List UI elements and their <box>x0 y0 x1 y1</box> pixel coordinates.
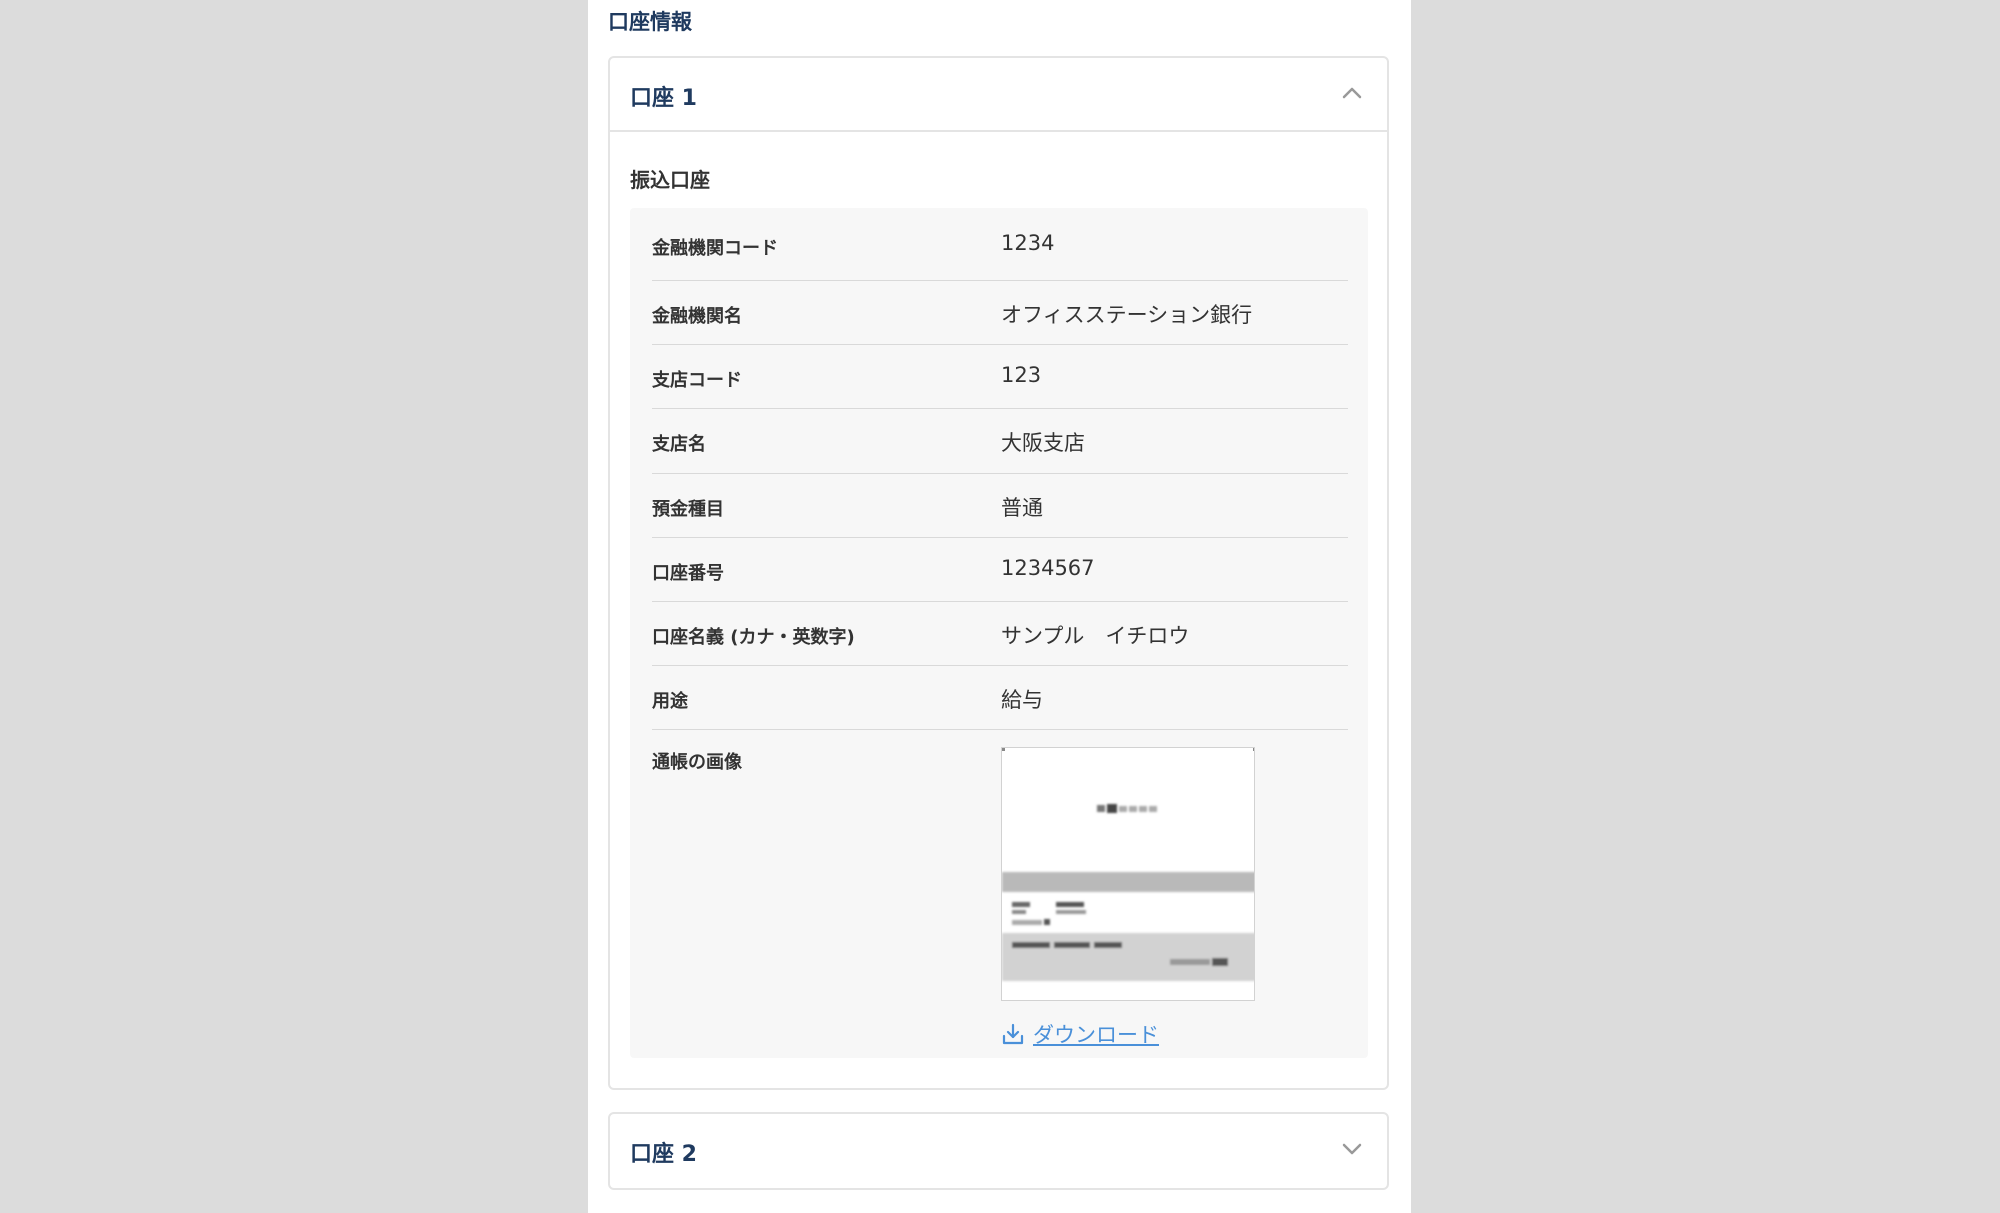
field-value: 123 <box>1001 363 1042 387</box>
account-1-title: 口座 1 <box>630 86 697 111</box>
account-2-header[interactable]: 口座 2 <box>610 1114 1387 1188</box>
field-value: 給与 <box>1001 688 1043 712</box>
account-card-1: 口座 1 振込口座 金融機関コード 1234 金融機関名 オフィスステーション銀… <box>608 56 1389 1090</box>
field-value: サンプル イチロウ <box>1001 624 1190 648</box>
field-value: 普通 <box>1001 496 1043 520</box>
field-row-account-number: 口座番号 1234567 <box>652 537 1348 602</box>
field-row-bank-name: 金融機関名 オフィスステーション銀行 <box>652 280 1348 345</box>
field-label: 用途 <box>652 691 688 712</box>
field-label: 口座番号 <box>652 563 724 584</box>
field-label: 金融機関名 <box>652 306 742 327</box>
field-value: 1234567 <box>1001 556 1095 580</box>
field-value: オフィスステーション銀行 <box>1001 303 1253 327</box>
field-label: 預金種目 <box>652 499 724 520</box>
field-label: 口座名義 (カナ・英数字) <box>652 627 855 648</box>
field-row-branch-code: 支店コード 123 <box>652 344 1348 409</box>
field-row-deposit-type: 預金種目 普通 <box>652 473 1348 538</box>
field-row-purpose: 用途 給与 <box>652 665 1348 730</box>
download-icon <box>1001 1022 1033 1046</box>
field-row-branch-name: 支店名 大阪支店 <box>652 408 1348 474</box>
field-label: 支店名 <box>652 434 706 455</box>
chevron-down-icon[interactable] <box>1339 1136 1365 1162</box>
passbook-label: 通帳の画像 <box>652 752 742 773</box>
passbook-thumbnail-graphic <box>1002 748 1254 981</box>
account-2-title: 口座 2 <box>630 1142 697 1167</box>
transfer-account-heading: 振込口座 <box>630 168 710 192</box>
field-label: 金融機関コード <box>652 238 778 259</box>
account-card-2: 口座 2 <box>608 1112 1389 1190</box>
chevron-up-icon[interactable] <box>1339 80 1365 106</box>
field-value: 大阪支店 <box>1001 431 1085 455</box>
account-details-panel: 金融機関コード 1234 金融機関名 オフィスステーション銀行 支店コード 12… <box>630 208 1368 1058</box>
account-info-page: 口座情報 口座 1 振込口座 金融機関コード 1234 金融機関名 オフィスステ… <box>588 0 1411 1213</box>
section-title: 口座情報 <box>608 10 692 34</box>
field-row-account-holder: 口座名義 (カナ・英数字) サンプル イチロウ <box>652 601 1348 666</box>
field-label: 支店コード <box>652 370 742 391</box>
field-value: 1234 <box>1001 231 1055 255</box>
passbook-image[interactable] <box>1001 747 1255 1001</box>
download-label[interactable]: ダウンロード <box>1033 1019 1159 1049</box>
field-row-bank-code: 金融機関コード 1234 <box>652 208 1348 281</box>
account-1-header[interactable]: 口座 1 <box>610 58 1387 132</box>
download-link[interactable]: ダウンロード <box>1001 1019 1159 1049</box>
